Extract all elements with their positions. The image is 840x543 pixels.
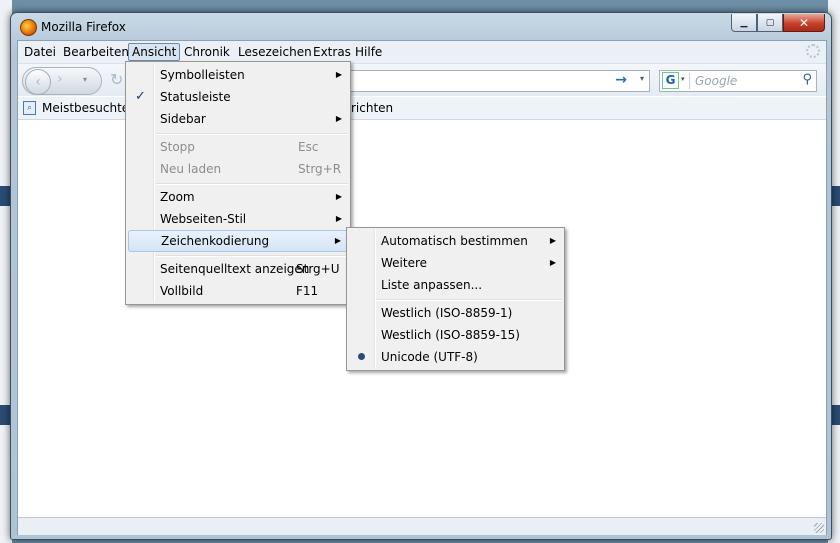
menu-item-label: Sidebar bbox=[160, 112, 206, 126]
menu-item-iso-8859-1[interactable]: Westlich (ISO-8859-1) bbox=[349, 302, 562, 324]
menu-item-accel: Esc bbox=[298, 140, 319, 154]
menu-bearbeiten[interactable]: Bearbeiten bbox=[60, 44, 132, 60]
menu-bearbeiten-label: Bearbeiten bbox=[63, 45, 129, 59]
menu-item-iso-8859-15[interactable]: Westlich (ISO-8859-15) bbox=[349, 324, 562, 346]
bookmark-nachrichten[interactable]: richten bbox=[351, 101, 393, 115]
radio-selected-icon bbox=[358, 353, 365, 360]
back-button[interactable]: ‹ bbox=[25, 69, 51, 95]
menu-item-label: Stopp bbox=[160, 140, 195, 154]
menu-chronik-label: Chronik bbox=[184, 45, 230, 59]
menu-item-zoom[interactable]: Zoom ▶ bbox=[128, 186, 348, 208]
window-title: Mozilla Firefox bbox=[41, 20, 126, 34]
minimize-button[interactable]: ▁ bbox=[731, 14, 757, 32]
menu-chronik[interactable]: Chronik bbox=[181, 44, 233, 60]
menu-item-vollbild[interactable]: Vollbild F11 bbox=[128, 280, 348, 302]
menu-item-label: Vollbild bbox=[160, 284, 204, 298]
menu-hilfe[interactable]: Hilfe bbox=[352, 44, 385, 60]
engine-dropdown-icon[interactable]: ▾ bbox=[681, 75, 685, 83]
menu-item-label: Unicode (UTF-8) bbox=[381, 350, 478, 364]
menu-item-utf-8[interactable]: Unicode (UTF-8) bbox=[349, 346, 562, 368]
menu-separator bbox=[156, 183, 348, 185]
menu-item-accel: Strg+U bbox=[296, 262, 340, 276]
maximize-button[interactable]: ▢ bbox=[757, 14, 783, 32]
reload-button[interactable]: ↻ bbox=[110, 70, 123, 89]
resize-grip-icon[interactable] bbox=[814, 523, 824, 533]
menu-hilfe-label: Hilfe bbox=[355, 45, 383, 59]
go-arrow-icon[interactable]: → bbox=[615, 72, 627, 88]
menu-item-stopp[interactable]: Stopp Esc bbox=[128, 136, 348, 158]
menu-item-automatisch[interactable]: Automatisch bestimmen ▶ bbox=[349, 230, 562, 252]
menu-ansicht-label: Ansicht bbox=[132, 45, 177, 59]
submenu-arrow-icon: ▶ bbox=[335, 114, 342, 123]
menu-separator bbox=[156, 133, 348, 135]
history-dropdown-icon[interactable]: ▾ bbox=[83, 75, 87, 84]
menu-item-label: Automatisch bestimmen bbox=[381, 234, 528, 248]
submenu-arrow-icon: ▶ bbox=[334, 236, 341, 245]
google-engine-icon[interactable]: G bbox=[662, 72, 679, 89]
window-controls: ▁ ▢ ✕ bbox=[731, 14, 825, 32]
menu-extras[interactable]: Extras bbox=[310, 44, 354, 60]
menu-item-webseiten-stil[interactable]: Webseiten-Stil ▶ bbox=[128, 208, 348, 230]
menu-separator bbox=[156, 255, 348, 257]
menu-extras-label: Extras bbox=[313, 45, 351, 59]
search-input[interactable]: G ▾ Google ⚲ bbox=[659, 70, 817, 92]
menu-item-label: Webseiten-Stil bbox=[160, 212, 247, 226]
throbber-icon bbox=[806, 44, 820, 58]
bookmark-folder-icon: ⌕ bbox=[23, 101, 36, 115]
menu-lesezeichen-label: Lesezeichen bbox=[238, 45, 312, 59]
status-bar bbox=[18, 517, 826, 535]
menu-item-seitenquelltext[interactable]: Seitenquelltext anzeigen Strg+U bbox=[128, 258, 348, 280]
menu-item-sidebar[interactable]: Sidebar ▶ bbox=[128, 108, 348, 130]
submenu-arrow-icon: ▶ bbox=[549, 236, 556, 245]
zeichenkodierung-submenu: Automatisch bestimmen ▶ Weitere ▶ Liste … bbox=[346, 227, 565, 371]
menu-item-label: Symbolleisten bbox=[160, 68, 245, 82]
menu-item-label: Neu laden bbox=[160, 162, 222, 176]
submenu-arrow-icon: ▶ bbox=[335, 70, 342, 79]
menu-item-label: Westlich (ISO-8859-1) bbox=[381, 306, 513, 320]
menu-item-label: Statusleiste bbox=[160, 90, 231, 104]
menu-lesezeichen[interactable]: Lesezeichen bbox=[235, 44, 315, 60]
submenu-arrow-icon: ▶ bbox=[335, 214, 342, 223]
check-icon: ✓ bbox=[135, 89, 146, 104]
submenu-arrow-icon: ▶ bbox=[549, 258, 556, 267]
menu-item-liste-anpassen[interactable]: Liste anpassen... bbox=[349, 274, 562, 296]
submenu-arrow-icon: ▶ bbox=[335, 192, 342, 201]
menu-item-label: Westlich (ISO-8859-15) bbox=[381, 328, 520, 342]
back-arrow-icon: ‹ bbox=[35, 74, 41, 90]
menu-item-label: Liste anpassen... bbox=[381, 278, 483, 292]
url-dropdown-icon[interactable]: ▾ bbox=[640, 74, 644, 83]
close-button[interactable]: ✕ bbox=[783, 14, 825, 32]
forward-button[interactable]: › bbox=[57, 71, 63, 87]
menu-item-accel: Strg+R bbox=[298, 162, 342, 176]
menu-item-accel: F11 bbox=[296, 284, 319, 298]
menu-datei[interactable]: Datei bbox=[21, 44, 59, 60]
menu-item-label: Weitere bbox=[381, 256, 428, 270]
ansicht-menu: Symbolleisten ▶ ✓ Statusleiste Sidebar ▶… bbox=[125, 61, 351, 305]
menu-separator bbox=[377, 299, 562, 301]
title-bar[interactable]: Mozilla Firefox ▁ ▢ ✕ bbox=[11, 13, 831, 39]
menu-item-symbolleisten[interactable]: Symbolleisten ▶ bbox=[128, 64, 348, 86]
menu-item-label: Seitenquelltext anzeigen bbox=[160, 262, 310, 276]
search-divider bbox=[689, 73, 690, 89]
search-placeholder: Google bbox=[695, 74, 738, 88]
menu-item-neu-laden[interactable]: Neu laden Strg+R bbox=[128, 158, 348, 180]
menu-item-weitere[interactable]: Weitere ▶ bbox=[349, 252, 562, 274]
back-forward-group: ‹ › ▾ bbox=[22, 67, 102, 95]
menu-item-label: Zeichenkodierung bbox=[161, 234, 270, 248]
firefox-logo-icon bbox=[20, 19, 37, 36]
menu-item-zeichenkodierung[interactable]: Zeichenkodierung ▶ bbox=[128, 230, 348, 252]
magnifier-icon[interactable]: ⚲ bbox=[802, 72, 812, 87]
menu-ansicht[interactable]: Ansicht bbox=[128, 43, 181, 61]
menu-item-label: Zoom bbox=[160, 190, 195, 204]
menu-item-statusleiste[interactable]: ✓ Statusleiste bbox=[128, 86, 348, 108]
menu-datei-label: Datei bbox=[24, 45, 57, 59]
